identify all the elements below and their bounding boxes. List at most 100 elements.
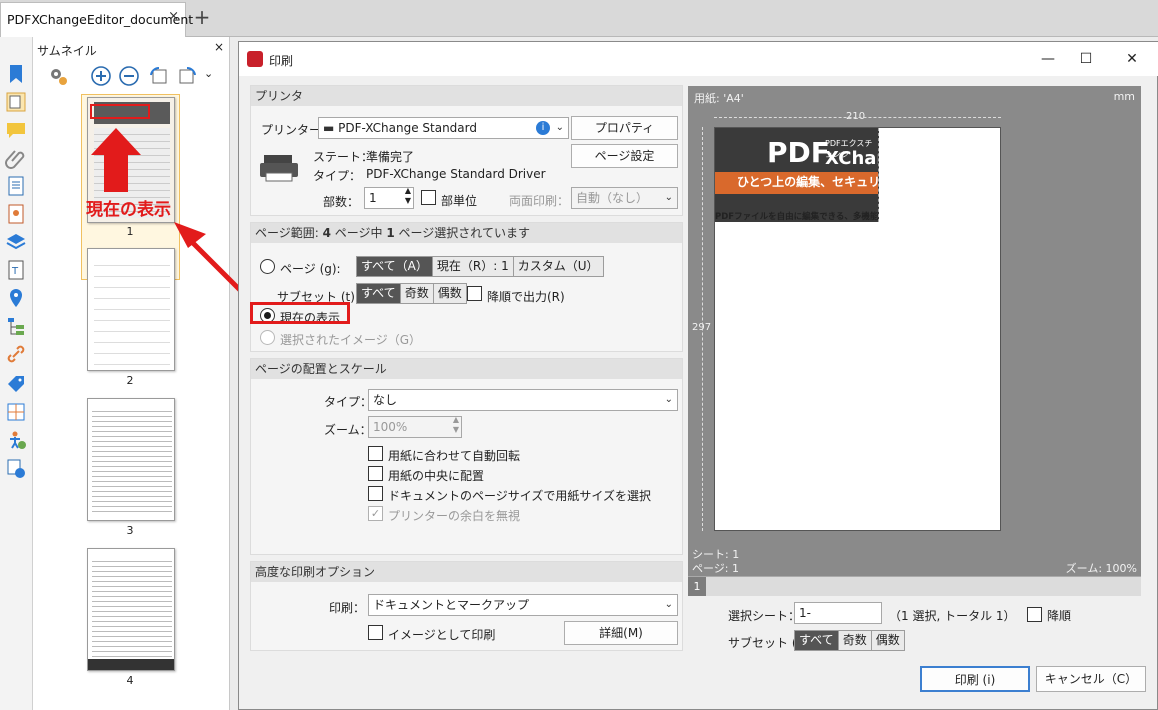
printer-select[interactable]: ▬ PDF-XChange Standard i ⌄ (318, 117, 569, 139)
gear-icon[interactable] (47, 65, 69, 87)
duplex-select[interactable]: 自動（なし） ⌄ (571, 187, 678, 209)
location-icon[interactable] (5, 287, 27, 309)
subset-all-option[interactable]: すべて (357, 284, 401, 303)
sheet-reverse-checkbox[interactable] (1027, 607, 1042, 622)
page-thumbnail-3[interactable] (87, 398, 175, 521)
zoom-in-icon[interactable] (90, 65, 112, 87)
accessibility-icon[interactable] (5, 429, 27, 451)
forms-icon[interactable] (5, 401, 27, 423)
print-as-image-label: イメージとして印刷 (388, 628, 496, 642)
spinner-icon[interactable]: ▲ ▼ (453, 415, 459, 435)
copies-stepper[interactable]: 1 ▲ ▼ (364, 186, 414, 209)
details-button[interactable]: 詳細(M) (564, 621, 678, 645)
sheet-subset-all[interactable]: すべて (795, 631, 839, 650)
duplex-value: 自動（なし） (576, 191, 649, 205)
content-icon[interactable] (5, 175, 27, 197)
thumbnail-panel: サムネイル × ⌄ 1 2 3 4 (33, 37, 230, 710)
state-label: ステート： (313, 150, 374, 164)
reading-order-icon[interactable] (5, 457, 27, 479)
reverse-order-checkbox[interactable] (467, 286, 482, 301)
auto-rotate-checkbox[interactable] (368, 446, 383, 461)
layers-icon[interactable] (5, 231, 27, 253)
preview-status: シート: 1 ページ: 1 ズーム: 100% (688, 543, 1141, 576)
range-header-mid: ページ中 (330, 226, 387, 240)
close-icon[interactable]: × (214, 40, 224, 54)
banner-pdf: PDF (767, 136, 830, 169)
zoom-out-icon[interactable] (118, 65, 140, 87)
preview-paper: PDF PDFエクスチェンジ XChange ひとつ上の編集、セキュリティ PD… (714, 127, 1001, 531)
print-button[interactable]: 印刷 (i) (920, 666, 1030, 692)
dialog-titlebar: 印刷 — ☐ ✕ (239, 42, 1158, 76)
preview-header: 用紙: 'A4' mm (688, 86, 1141, 108)
copies-label: 部数： (323, 195, 360, 209)
thumbnail-toolbar: ⌄ (33, 61, 230, 91)
pages-segment: すべて（A） 現在（R）: 1 カスタム（U） (356, 256, 604, 277)
sheet-subset-odd[interactable]: 奇数 (838, 631, 872, 650)
collate-checkbox[interactable] (421, 190, 436, 205)
doc-size-checkbox[interactable] (368, 486, 383, 501)
page-thumbnail-4[interactable] (87, 548, 175, 671)
thumbnails-icon[interactable] (5, 91, 27, 113)
maximize-icon[interactable]: ☐ (1063, 46, 1109, 72)
chevron-down-icon[interactable]: ⌄ (204, 67, 213, 80)
pages-custom-option[interactable]: カスタム（U） (513, 257, 603, 276)
selected-sheet-input[interactable]: 1- (794, 602, 882, 624)
rotate-right-icon[interactable] (176, 65, 198, 87)
print-what-select[interactable]: ドキュメントとマークアップ ⌄ (368, 594, 678, 616)
copies-value: 1 (369, 191, 377, 205)
subset-even-option[interactable]: 偶数 (433, 284, 466, 303)
printer-group: プリンタ プリンター... ▬ PDF-XChange Standard i ⌄… (250, 85, 683, 216)
structure-icon[interactable] (5, 315, 27, 337)
placement-type-select[interactable]: なし ⌄ (368, 389, 678, 411)
auto-rotate-label: 用紙に合わせて自動回転 (388, 449, 521, 463)
center-checkbox[interactable] (368, 466, 383, 481)
selected-sheet-info: （1 選択, トータル 1） (889, 609, 1016, 623)
properties-button[interactable]: プロパティ (571, 116, 678, 140)
spinner-icon[interactable]: ▲ ▼ (405, 186, 411, 206)
printer-icon: ▬ (323, 121, 335, 135)
thumbnail-panel-title: サムネイル (37, 44, 97, 58)
ignore-margins-checkbox[interactable]: ✓ (368, 506, 383, 521)
banner-subtitle: ひとつ上の編集、セキュリティ (737, 175, 879, 189)
left-icon-rail: T (0, 37, 33, 710)
center-label: 用紙の中央に配置 (388, 469, 485, 483)
print-preview: 用紙: 'A4' mm 210 297 PDF PDFエクスチェンジ XChan… (688, 86, 1141, 596)
state-value: 準備完了 (366, 150, 415, 164)
print-app-icon (247, 51, 263, 67)
links-icon[interactable] (5, 343, 27, 365)
close-icon[interactable]: ✕ (1109, 46, 1155, 72)
pages-all-option[interactable]: すべて（A） (357, 257, 433, 276)
info-icon[interactable]: i (536, 121, 550, 135)
doc-size-label: ドキュメントのページサイズで用紙サイズを選択 (388, 489, 652, 503)
subset-odd-option[interactable]: 奇数 (400, 284, 434, 303)
placement-header: ページの配置とスケール (251, 359, 682, 379)
close-icon[interactable]: × (168, 9, 179, 24)
ignore-margins-label: プリンターの余白を無視 (388, 509, 521, 523)
text-icon[interactable]: T (5, 259, 27, 281)
bookmark-icon[interactable] (5, 63, 27, 85)
width-ruler (714, 117, 1001, 118)
print-as-image-checkbox[interactable] (368, 625, 383, 640)
page-range-group: ページ範囲: 4 ページ中 1 ページ選択されています ページ (g): すべて… (250, 222, 683, 352)
sheet-subset-even[interactable]: 偶数 (871, 631, 904, 650)
pages-radio[interactable] (260, 259, 275, 274)
pages-current-option[interactable]: 現在（R）: 1 (432, 257, 514, 276)
selected-image-radio[interactable] (260, 330, 275, 345)
document-tab[interactable]: PDFXChangeEditor_document × (0, 2, 193, 37)
comments-icon[interactable] (5, 119, 27, 141)
cancel-button[interactable]: キャンセル（C） (1036, 666, 1146, 692)
type-label: タイプ： (313, 169, 362, 183)
signature-icon[interactable] (5, 203, 27, 225)
preview-scrollbar[interactable]: 1 (688, 576, 1141, 596)
page-setup-button[interactable]: ページ設定 (571, 144, 678, 168)
zoom-input[interactable]: 100% ▲ ▼ (368, 415, 462, 438)
chevron-down-icon: ⌄ (664, 192, 673, 203)
rotate-left-icon[interactable] (148, 65, 170, 87)
document-tab-title: PDFXChangeEditor_document (7, 12, 194, 27)
page-thumbnail-2[interactable] (87, 248, 175, 371)
new-tab-button[interactable]: + (190, 6, 214, 30)
sheet-reverse-label: 降順 (1047, 609, 1072, 623)
placement-type-label: タイプ： (324, 395, 373, 409)
tag-icon[interactable] (5, 373, 27, 395)
attachment-icon[interactable] (5, 147, 27, 169)
